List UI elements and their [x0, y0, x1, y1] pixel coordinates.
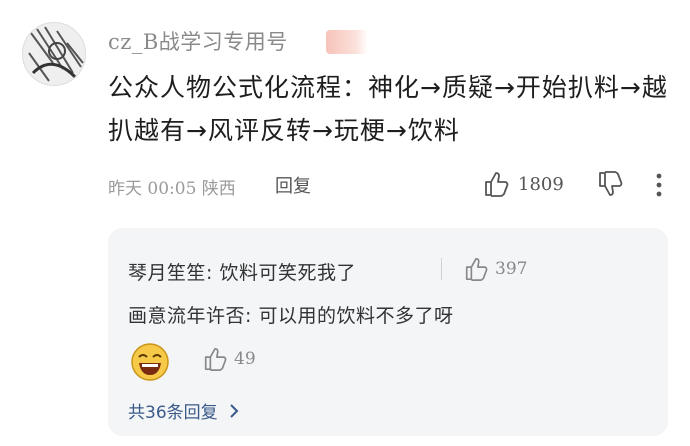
reply-item[interactable]: 琴月笙笙: 饮料可笑死我了: [128, 258, 356, 285]
reply-like-button[interactable]: 49: [202, 346, 256, 372]
reply-button[interactable]: 回复: [275, 172, 311, 198]
thumb-up-icon: [485, 172, 509, 197]
replies-box: 琴月笙笙: 饮料可笑死我了 397 画意流年许否: 可以用的饮料不多了呀 49 …: [108, 228, 668, 436]
like-button[interactable]: 1809: [482, 170, 564, 198]
comment-time-location: 昨天 00:05 陕西: [108, 179, 236, 199]
thumb-up-icon: [465, 257, 488, 281]
level-badge: [326, 30, 368, 54]
comment-text: 公众人物公式化流程：神化→质疑→开始扒料→越扒越有→风评反转→玩梗→饮料: [108, 73, 668, 145]
like-count: 1809: [518, 173, 564, 195]
chevron-right-icon: [229, 403, 239, 418]
view-all-replies-label: 共36条回复: [128, 403, 218, 423]
divider: [441, 258, 442, 280]
reply-like-count: 397: [495, 259, 528, 279]
more-vertical-icon[interactable]: [652, 172, 666, 198]
thumb-down-icon[interactable]: [596, 170, 624, 198]
reply-like-button[interactable]: 397: [463, 256, 527, 282]
view-all-replies-link[interactable]: 共36条回复: [128, 398, 242, 423]
laughing-emoji-icon: [131, 343, 169, 381]
thumb-up-icon: [204, 347, 227, 371]
reply-item[interactable]: 画意流年许否: 可以用的饮料不多了呀: [128, 301, 453, 328]
avatar[interactable]: [22, 22, 86, 86]
reply-like-count: 49: [234, 349, 256, 369]
username[interactable]: cz_B战学习专用号: [108, 26, 288, 56]
